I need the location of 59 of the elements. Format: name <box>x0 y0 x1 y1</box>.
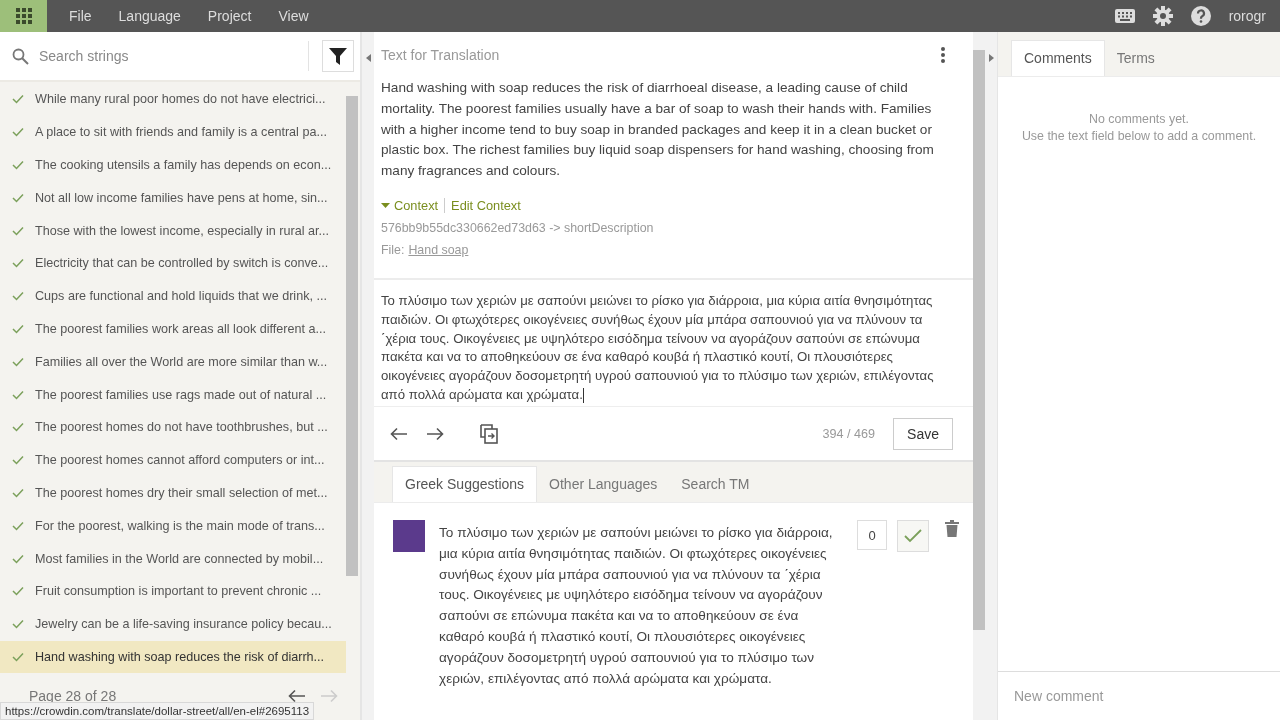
string-item[interactable]: The poorest families use rags made out of natural ... <box>0 378 346 411</box>
empty-comments-text: Use the text field below to add a comment. <box>1021 128 1257 145</box>
context-toggle[interactable]: Context <box>381 198 439 213</box>
caret-icon <box>381 203 390 208</box>
menu-item[interactable]: Language <box>118 8 181 24</box>
string-item[interactable]: Most families in the World are connected by mobil... <box>0 542 346 575</box>
source-text: Hand washing with soap reduces the risk of diarrhoeal disease, a leading cause of child mortality. The poorest families usually have a bar of soap to wash their hands with. Families with a higher income tend to buy soap in branded packages and keep it in a clean bucket or plastic box. The richest families buy liquid soap dispensers for hand washing, choosing from many fragrances and colours. <box>381 79 935 181</box>
vote-count: 0 <box>857 520 887 550</box>
string-item[interactable]: Families all over the World are more similar than w... <box>0 345 346 379</box>
suggestion-text: Το πλύσιμο των χεριών με σαπούνι μειώνει το ρίσκο για διάρροια, μια κύρια αιτία θνησιμότητας παιδιών. Οι φτωχότερες οικογένειες συνήθως έχουν μία μπάρα σαπουνιού για να πλύνουν τα ΄χέρια τους. Οικογένειες με υψηλότερο εισόδημα τείνουν να αγοράζουν σαπούνι σε επώνυμα πακέτα και να το αποθηκεύουν σε ένα καθαρό κουβά ή πλαστικό κουτί, Οι πλουσιότερες οικογένειες αγοράζουν δοσομετρητή υγρού σαπουνιού για το πλύσιμο των χεριών, επιλέγοντας από πολλά αρώματα και χρώματα. <box>439 524 834 688</box>
apps-grid-icon[interactable] <box>0 0 47 32</box>
string-item[interactable]: Those with the lowest income, especially in rural ar... <box>0 214 346 247</box>
menu-item[interactable]: View <box>278 8 309 24</box>
string-item[interactable]: The poorest families work areas all look different a... <box>0 312 346 346</box>
empty-comments-text: No comments yet. <box>1089 111 1189 128</box>
scrollbar[interactable] <box>973 32 985 720</box>
arrow-left-icon[interactable] <box>390 426 408 441</box>
string-item[interactable]: Jewelry can be a life-saving insurance policy becau... <box>0 607 346 641</box>
string-item[interactable]: Cups are functional and hold liquids that we drink, ... <box>0 279 346 313</box>
string-key: 576bb9b55dc330662ed73d63 -> shortDescription <box>381 221 953 235</box>
menu-item[interactable]: File <box>69 8 92 24</box>
suggestion-tab[interactable]: Other Languages <box>537 467 670 502</box>
arrow-right-icon[interactable] <box>426 426 444 441</box>
string-item[interactable]: While many rural poor homes do not have electrici... <box>0 83 346 116</box>
menu-item[interactable]: Project <box>207 8 252 24</box>
string-item[interactable]: The poorest homes do not have toothbrushes, but ... <box>0 410 346 444</box>
avatar-placeholder <box>393 520 425 552</box>
string-item[interactable]: The cooking utensils a family has depends on econ... <box>0 148 346 182</box>
string-item[interactable]: The poorest homes cannot afford computers or int... <box>0 443 346 477</box>
search-icon <box>12 47 29 65</box>
string-item[interactable]: The poorest homes dry their small selection of met... <box>0 476 346 510</box>
settings-icon[interactable] <box>1152 6 1173 26</box>
more-options-icon[interactable] <box>941 47 945 63</box>
side-tab[interactable]: Terms <box>1104 41 1167 76</box>
previous-page-icon[interactable] <box>288 689 306 703</box>
check-icon <box>904 529 922 543</box>
string-item[interactable]: Electricity that can be controlled by switch is conve... <box>0 247 346 280</box>
suggestion-tab[interactable]: Greek Suggestions <box>392 466 538 502</box>
copy-icon[interactable] <box>480 423 498 444</box>
keyboard-icon[interactable] <box>1114 9 1135 23</box>
character-counter: 394 / 469 <box>822 426 876 441</box>
trash-icon[interactable] <box>945 520 959 537</box>
status-url: https://crowdin.com/translate/dollar-street/all/en-el#2695113 <box>0 702 315 720</box>
help-icon[interactable] <box>1190 6 1211 26</box>
edit-context-link[interactable]: Edit Context <box>444 198 521 213</box>
section-title: Text for Translation <box>381 47 500 63</box>
string-item[interactable]: Hand washing with soap reduces the risk of diarrh... <box>0 640 346 674</box>
filter-button[interactable] <box>322 40 354 72</box>
save-button[interactable]: Save <box>893 417 953 450</box>
file-label: File: <box>381 243 405 257</box>
string-item[interactable]: Fruit consumption is important to prevent chronic ... <box>0 574 346 608</box>
comment-field[interactable]: New comment <box>1012 687 1197 705</box>
side-tab[interactable]: Comments <box>1011 40 1105 76</box>
filter-icon <box>329 47 347 65</box>
string-item[interactable]: Not all low income families have pens at home, sin... <box>0 181 346 215</box>
string-item[interactable]: For the poorest, walking is the main mode of trans... <box>0 509 346 543</box>
string-item[interactable]: A place to sit with friends and family is a central pa... <box>0 115 346 149</box>
suggestion-tab[interactable]: Search TM <box>669 467 762 502</box>
username[interactable]: rorogr <box>1228 8 1266 24</box>
